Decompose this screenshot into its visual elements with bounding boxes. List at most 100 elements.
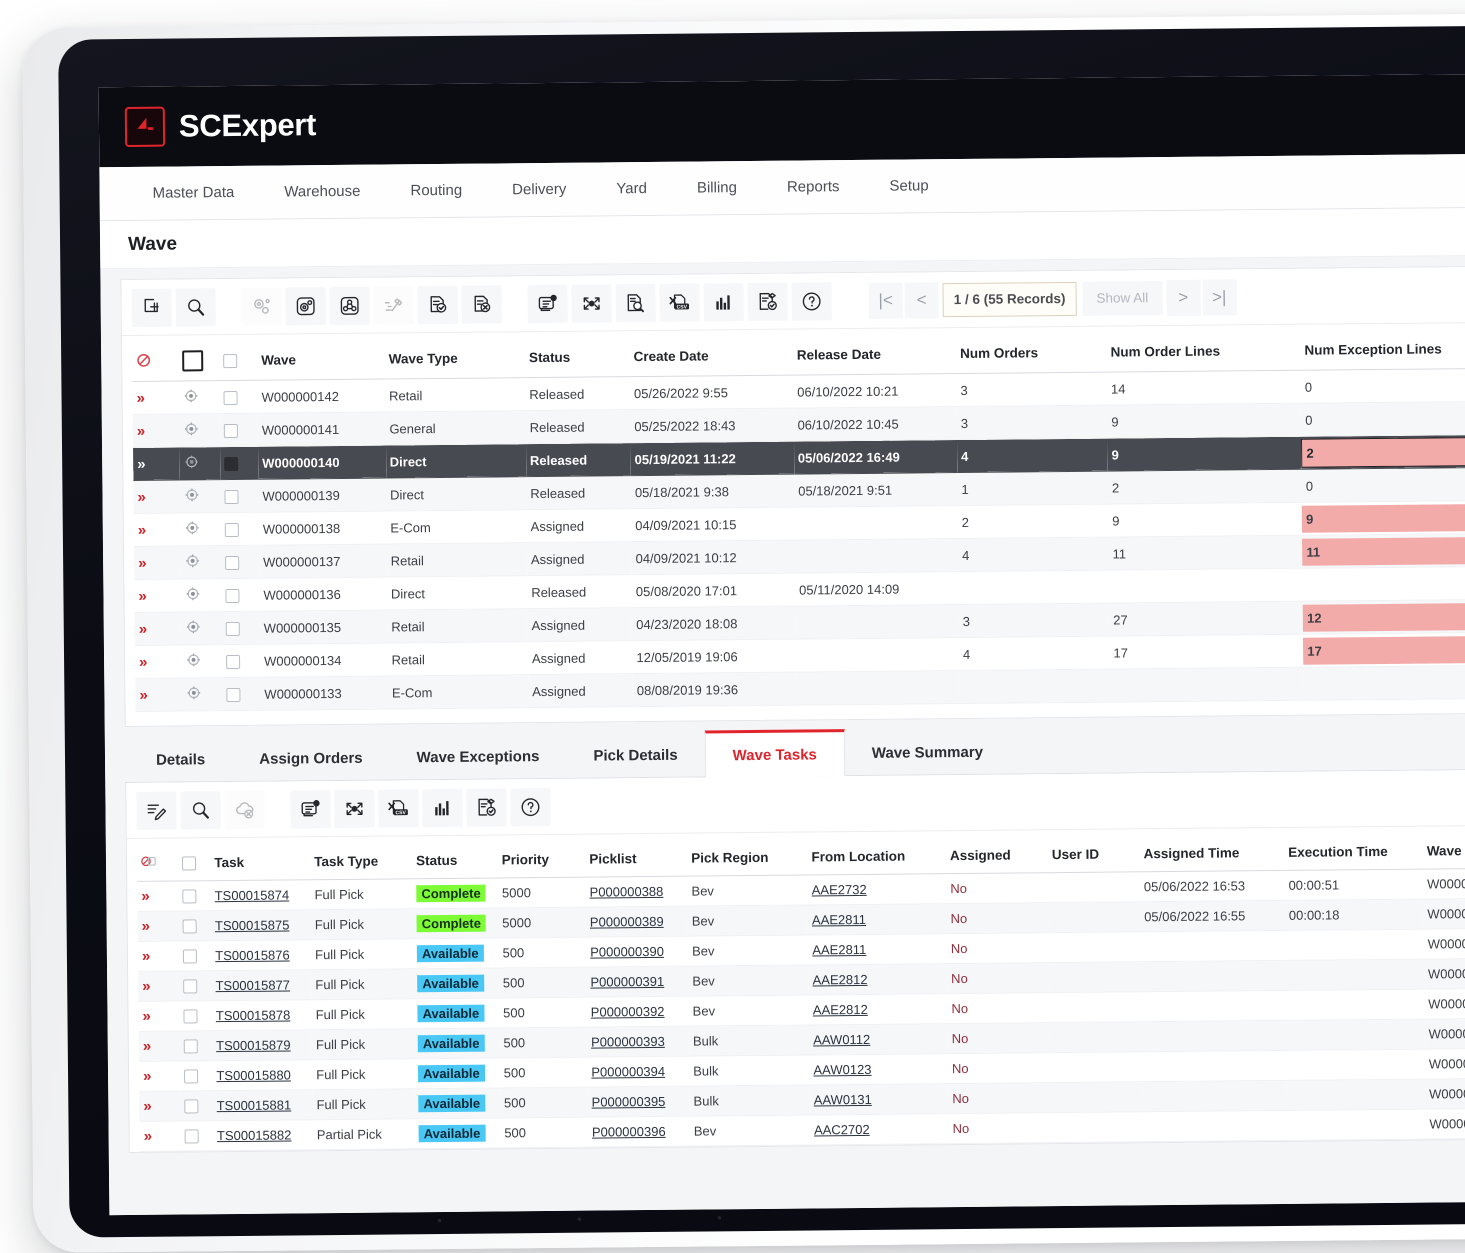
row-select-cell[interactable] [221, 611, 260, 644]
row-expand-icon[interactable]: » [136, 389, 142, 406]
cell-from-location[interactable]: AAE2811 [808, 934, 947, 965]
menu-item-billing[interactable]: Billing [672, 161, 763, 215]
cancel-task-button[interactable] [461, 285, 501, 323]
cell-from-location[interactable]: AAE2812 [808, 964, 947, 995]
picklist-link[interactable]: P000000391 [590, 974, 664, 990]
picklist-link[interactable]: P000000390 [590, 944, 664, 960]
task-col-execution-time[interactable]: Execution Time [1284, 833, 1423, 871]
picklist-link[interactable]: P000000393 [591, 1034, 665, 1050]
row-select-cell[interactable] [219, 380, 258, 413]
cell-from-location[interactable]: AAW0112 [809, 1024, 948, 1055]
cell-task[interactable]: TS00015879 [212, 1030, 312, 1061]
cell-from-location[interactable]: AAW0131 [810, 1084, 949, 1115]
row-checkbox[interactable] [224, 523, 238, 537]
location-link[interactable]: AAE2812 [813, 972, 868, 988]
wave-header-cancel-filter[interactable] [132, 342, 178, 382]
search-button[interactable] [180, 791, 220, 829]
row-expand-icon[interactable]: » [142, 948, 148, 965]
row-locate-cell[interactable] [179, 447, 220, 480]
row-expand-cell[interactable]: » [134, 579, 180, 612]
row-expand-cell[interactable]: » [138, 971, 179, 1001]
row-expand-cell[interactable]: » [133, 447, 179, 480]
row-expand-icon[interactable]: » [142, 1008, 148, 1025]
cell-from-location[interactable]: AAE2811 [808, 904, 947, 935]
row-expand-cell[interactable]: » [139, 1031, 180, 1061]
bar-chart-button[interactable] [422, 788, 462, 826]
wave-col-num-exception-lines[interactable]: Num Exception Lines [1300, 329, 1465, 371]
location-link[interactable]: AAW0123 [813, 1062, 871, 1078]
tab-wave-summary[interactable]: Wave Summary [845, 728, 1011, 776]
cell-task[interactable]: TS00015875 [211, 910, 311, 941]
row-locate-cell[interactable] [181, 612, 222, 645]
location-link[interactable]: AAW0112 [813, 1032, 870, 1048]
row-checkbox[interactable] [225, 556, 239, 570]
notes-badge-button[interactable] [290, 790, 330, 828]
task-link[interactable]: TS00015881 [217, 1097, 292, 1113]
cell-from-location[interactable]: AAE2812 [809, 994, 948, 1025]
task-col-assigned-time[interactable]: Assigned Time [1139, 834, 1284, 872]
task-col-assigned[interactable]: Assigned [946, 836, 1048, 873]
row-checkbox[interactable] [226, 688, 240, 702]
task-col-task[interactable]: Task [210, 843, 310, 880]
cell-picklist[interactable]: P000000393 [587, 1026, 689, 1057]
row-expand-icon[interactable]: » [143, 1068, 149, 1085]
task-header-checkbox[interactable] [178, 844, 211, 881]
header-checkbox[interactable] [182, 856, 196, 870]
row-expand-icon[interactable]: » [141, 888, 147, 905]
picklist-link[interactable]: P000000395 [592, 1094, 666, 1110]
row-select-cell[interactable] [220, 446, 259, 479]
row-checkbox[interactable] [183, 980, 197, 994]
row-select-cell[interactable] [179, 941, 212, 971]
cell-from-location[interactable]: AAW0123 [809, 1054, 948, 1085]
row-expand-icon[interactable]: » [142, 918, 148, 935]
cell-task[interactable]: TS00015878 [212, 1000, 312, 1031]
row-expand-icon[interactable]: » [138, 521, 144, 538]
validate-document-button[interactable] [466, 788, 506, 826]
location-link[interactable]: AAC2702 [814, 1122, 870, 1138]
tab-details[interactable]: Details [129, 735, 233, 782]
task-col-picklist[interactable]: Picklist [585, 840, 687, 877]
row-expand-cell[interactable]: » [132, 381, 178, 414]
pager-last-button[interactable]: >| [1202, 279, 1236, 315]
row-expand-cell[interactable]: » [133, 414, 179, 447]
row-checkbox[interactable] [224, 457, 238, 471]
row-select-cell[interactable] [221, 578, 260, 611]
row-expand-icon[interactable]: » [143, 1038, 149, 1055]
row-locate-cell[interactable] [180, 513, 221, 546]
wave-col-create-date[interactable]: Create Date [629, 336, 793, 377]
row-expand-icon[interactable]: » [138, 587, 144, 604]
tab-wave-exceptions[interactable]: Wave Exceptions [389, 732, 566, 780]
cell-picklist[interactable]: P000000396 [588, 1116, 690, 1147]
allocate-nodes-button[interactable] [329, 286, 369, 324]
row-checkbox[interactable] [224, 424, 238, 438]
task-link[interactable]: TS00015882 [217, 1127, 292, 1143]
location-link[interactable]: AAE2811 [812, 912, 866, 928]
task-link[interactable]: TS00015874 [215, 887, 290, 903]
row-expand-icon[interactable]: » [144, 1128, 150, 1145]
row-select-cell[interactable] [220, 512, 259, 545]
task-col-user-id[interactable]: User ID [1048, 835, 1140, 872]
cell-task[interactable]: TS00015881 [213, 1090, 313, 1121]
row-checkbox[interactable] [184, 1100, 198, 1114]
row-locate-cell[interactable] [180, 579, 221, 612]
row-checkbox[interactable] [226, 655, 240, 669]
document-search-button[interactable] [615, 283, 655, 321]
row-select-cell[interactable] [222, 677, 261, 710]
location-link[interactable]: AAE2732 [812, 882, 867, 898]
wave-header-select-all-box[interactable] [178, 341, 219, 381]
row-expand-cell[interactable]: » [139, 1091, 180, 1121]
row-checkbox[interactable] [225, 622, 239, 636]
row-expand-cell[interactable]: » [135, 645, 181, 678]
row-select-cell[interactable] [180, 1061, 213, 1091]
wave-col-status[interactable]: Status [525, 337, 630, 378]
location-link[interactable]: AAE2812 [813, 1002, 868, 1018]
row-select-cell[interactable] [222, 644, 261, 677]
wave-col-num-order-lines[interactable]: Num Order Lines [1106, 331, 1300, 372]
row-expand-cell[interactable]: » [137, 881, 178, 911]
row-select-cell[interactable] [179, 971, 212, 1001]
row-checkbox[interactable] [224, 490, 238, 504]
settings-gear-button[interactable] [285, 287, 325, 325]
export-csv-button[interactable]: CSV [378, 789, 418, 827]
task-col-task-type[interactable]: Task Type [310, 842, 412, 879]
row-expand-icon[interactable]: » [139, 653, 145, 670]
